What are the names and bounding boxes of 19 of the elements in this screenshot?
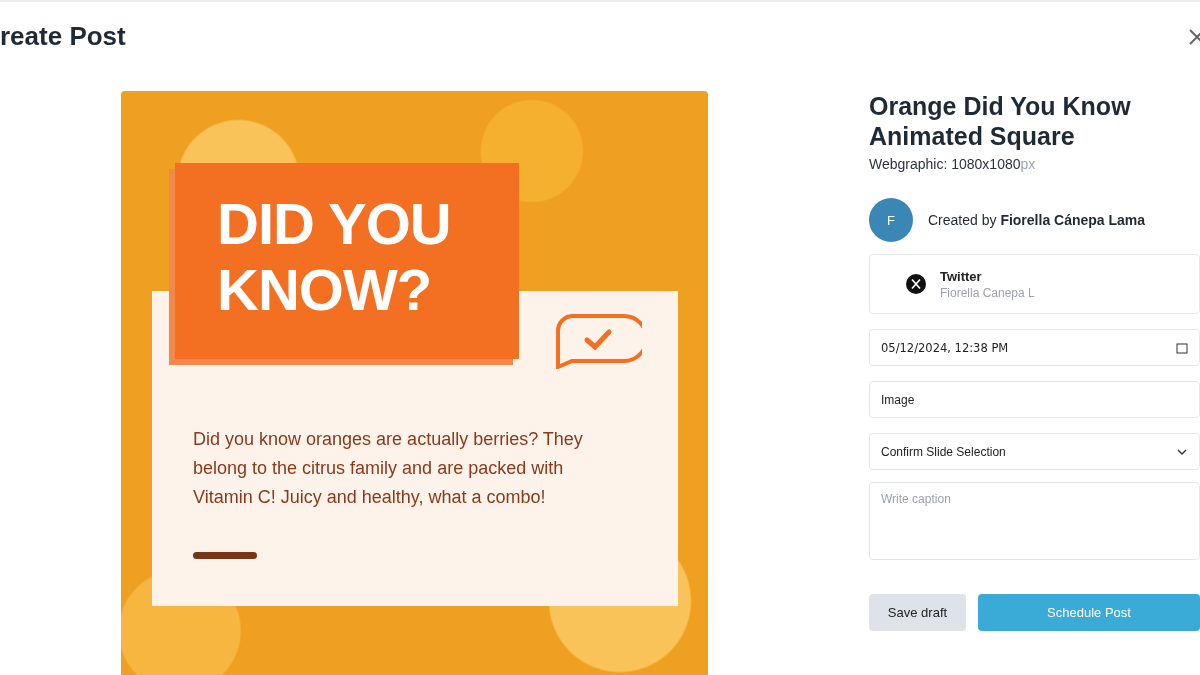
caption-field[interactable]: Write caption — [869, 482, 1200, 560]
speech-bubble-check-icon — [554, 313, 642, 369]
accent-bar — [193, 552, 257, 559]
headline: DID YOU KNOW? — [217, 191, 452, 323]
creator-label: Created by Fiorella Cánepa Lama — [928, 212, 1146, 228]
slide-select-dropdown[interactable]: Confirm Slide Selection — [869, 433, 1200, 470]
network-name: Twitter — [940, 268, 983, 284]
account-handle: Fiorella Canepa L — [940, 285, 1035, 300]
calendar-icon[interactable] — [1176, 341, 1188, 354]
media-type-field[interactable]: Image — [869, 381, 1200, 418]
modal-title: reate Post — [0, 21, 126, 52]
body-text: Did you know oranges are actually berries? They belong to the citrus family and are packed with Vitamin C! Juicy and healthy, what a combo! — [193, 428, 584, 509]
date-time-field[interactable]: 05/12/2024, 12:38 PM — [869, 329, 1200, 366]
design-size: Webgraphic: 1080x1080px — [869, 156, 1037, 172]
avatar: F — [869, 198, 913, 242]
design-title: Orange Did You Know Animated Square — [869, 91, 1132, 151]
x-logo-icon — [906, 274, 926, 294]
save-button[interactable]: Save draft — [869, 594, 966, 631]
account-selector[interactable]: Twitter Fiorella Canepa L — [869, 254, 1200, 314]
